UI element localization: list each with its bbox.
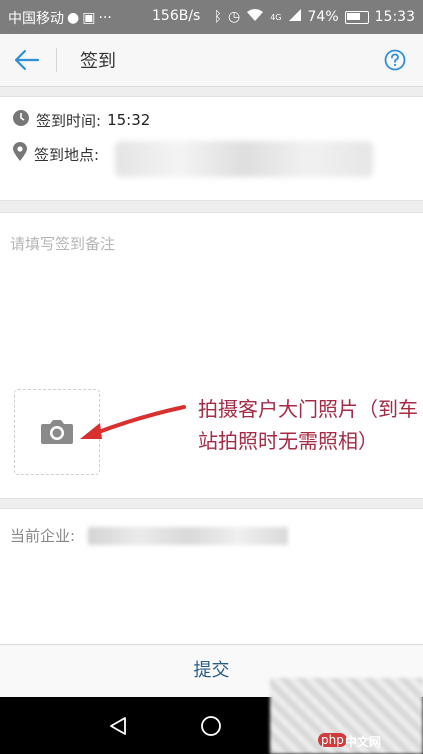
back-arrow-icon[interactable]	[12, 46, 42, 74]
nav-home-icon[interactable]	[200, 715, 222, 741]
header-divider	[56, 48, 57, 72]
company-section: 当前企业:	[0, 508, 423, 645]
annotation-arrow-icon	[78, 403, 188, 447]
battery-percent: 74%	[307, 9, 339, 25]
status-bar: 中国移动 ● ▣ ··· 156B/s ᛒ ◷ 4G 74% 15:33	[0, 0, 423, 34]
carrier-label: 中国移动	[8, 11, 64, 27]
remark-section: 请填写签到备注 拍摄客户大门照片（到车站拍照时无需照相）	[0, 212, 423, 499]
clock-icon	[12, 109, 36, 131]
location-value-redacted	[115, 141, 373, 177]
checkin-time-label: 签到时间:	[36, 111, 102, 130]
more-icon: ···	[98, 10, 112, 26]
image-icon: ▣	[82, 10, 96, 26]
watermark-logo: php	[318, 733, 347, 747]
nav-back-icon[interactable]	[107, 715, 129, 741]
wifi-icon	[246, 8, 264, 26]
help-icon[interactable]	[384, 49, 406, 71]
signal-icon	[288, 8, 302, 26]
location-pin-icon	[12, 142, 34, 166]
network-speed: 156B/s	[152, 8, 201, 24]
checkin-info-panel: 签到时间: 15:32 签到地点:	[0, 96, 423, 201]
wechat-icon: ●	[67, 10, 80, 26]
camera-icon	[40, 417, 74, 449]
annotation-text: 拍摄客户大门照片（到车站拍照时无需照相）	[198, 397, 418, 453]
clock: 15:33	[374, 9, 415, 25]
status-left: 中国移动 ● ▣ ···	[8, 8, 112, 28]
company-label: 当前企业:	[10, 527, 76, 545]
signal-4g-label: 4G	[270, 12, 282, 22]
page-title: 签到	[80, 51, 116, 72]
battery-icon	[344, 10, 369, 24]
company-value-redacted	[88, 527, 288, 545]
alarm-icon: ◷	[228, 9, 241, 25]
checkin-location-row: 签到地点:	[12, 142, 99, 166]
remark-input[interactable]: 请填写签到备注	[10, 233, 115, 254]
watermark-text: 中文网	[345, 735, 382, 749]
status-right: ᛒ ◷ 4G 74% 15:33	[214, 8, 415, 26]
checkin-time-value: 15:32	[107, 111, 151, 129]
checkin-time-row: 签到时间: 15:32	[12, 109, 150, 131]
app-header: 签到	[0, 34, 423, 87]
bluetooth-icon: ᛒ	[213, 9, 222, 25]
checkin-location-label: 签到地点:	[34, 145, 100, 164]
